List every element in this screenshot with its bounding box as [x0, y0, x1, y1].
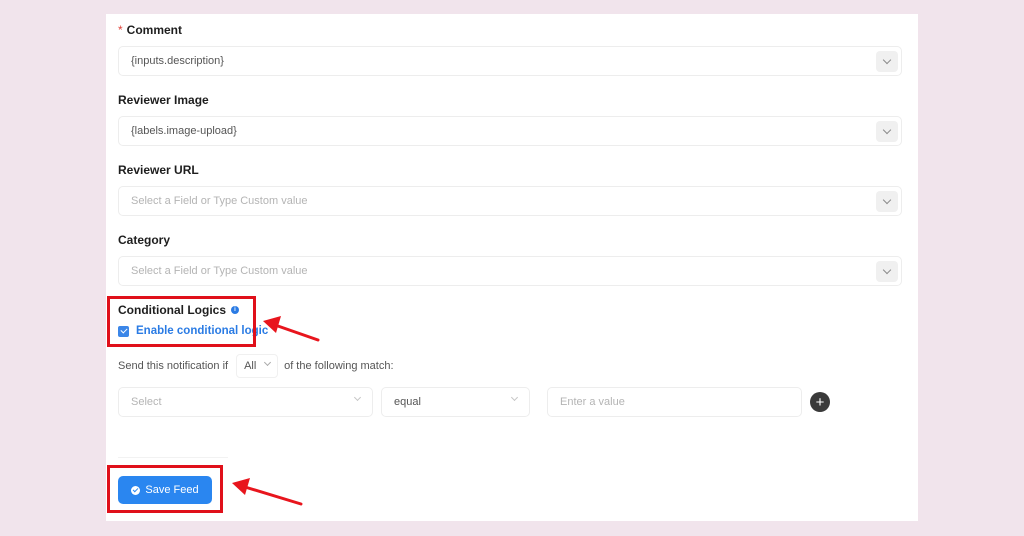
arrow-to-save-feed [232, 478, 303, 506]
annotation-arrows [232, 316, 320, 506]
arrow-to-conditional-logic [263, 316, 320, 342]
